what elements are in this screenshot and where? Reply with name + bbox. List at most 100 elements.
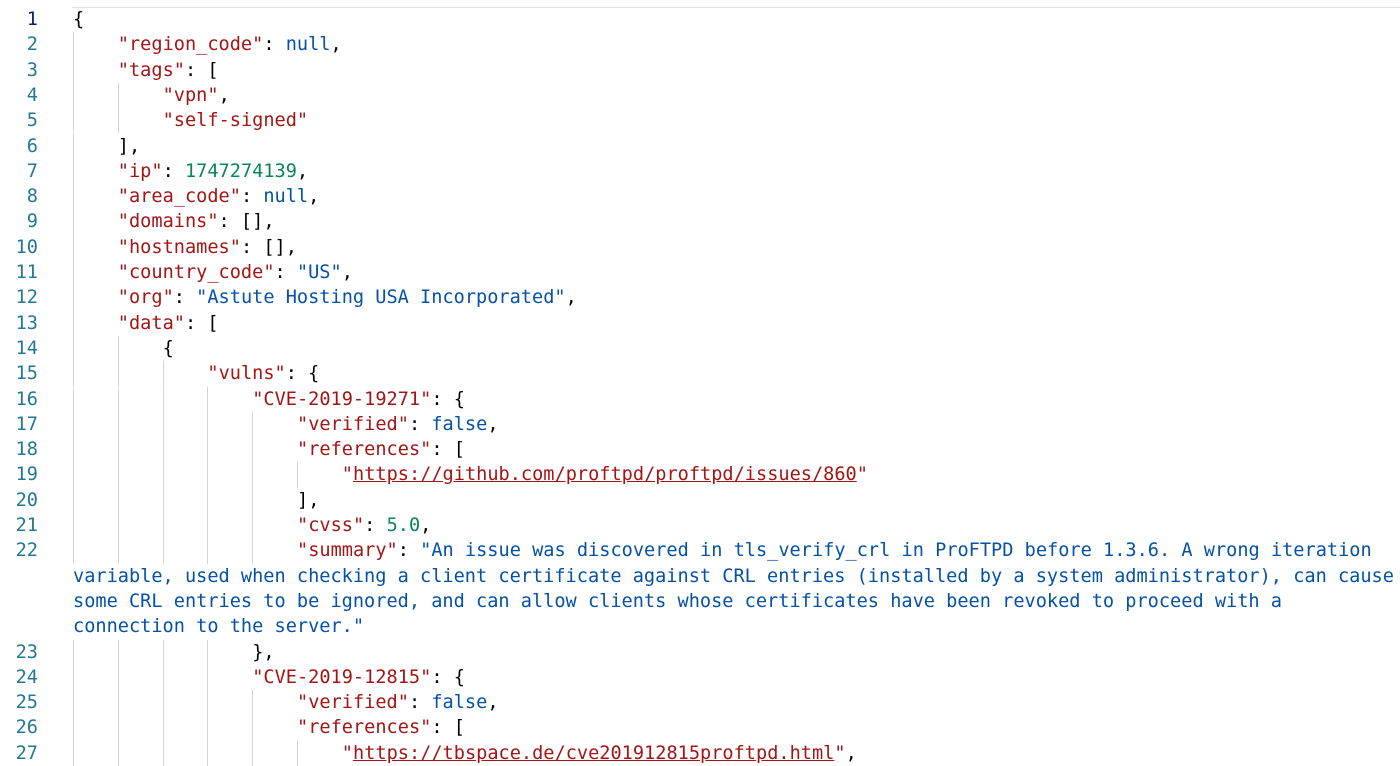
- url-link[interactable]: https://github.com/proftpd/proftpd/issue…: [353, 464, 857, 485]
- code-token: "data": [117, 312, 185, 334]
- indent-guide: [117, 335, 119, 362]
- indent-guide: [73, 260, 74, 286]
- code-token: "area_code": [117, 186, 241, 208]
- code-line[interactable]: 24 "CVE-2019-12815": {: [0, 664, 1400, 691]
- code-token: ],: [297, 489, 320, 511]
- code-text: "self-signed": [163, 108, 309, 133]
- indent-guide: [117, 513, 119, 539]
- code-text: "references": [: [297, 715, 465, 740]
- code-token: :: [173, 287, 197, 309]
- indent-guide: [162, 513, 164, 539]
- code-token: null: [285, 34, 331, 56]
- code-line[interactable]: 16 "CVE-2019-19271": {: [0, 386, 1400, 412]
- indent-guide: [73, 335, 74, 362]
- code-token: "domains": [117, 211, 219, 233]
- code-token: "references": [297, 717, 432, 739]
- line-number: 6: [26, 135, 38, 157]
- indent-guide: [117, 82, 119, 109]
- code-line[interactable]: 8 "area_code": null,: [0, 184, 1400, 210]
- code-line[interactable]: 7 "ip": 1747274139,: [0, 158, 1400, 185]
- code-line[interactable]: 22 "summary": "An issue was discovered in…: [0, 538, 1400, 564]
- indent-guide: [207, 437, 209, 463]
- code-line[interactable]: 5 "self-signed": [0, 108, 1400, 134]
- indent-guide: [162, 639, 164, 665]
- indent-guide: [252, 538, 254, 564]
- indent-guide: [73, 234, 74, 260]
- indent-guide: [73, 639, 74, 665]
- code-line[interactable]: 17 "verified": false,: [0, 411, 1400, 438]
- code-line[interactable]: 2 "region_code": null,: [0, 32, 1400, 58]
- indent-guide: [252, 715, 254, 741]
- code-line[interactable]: 4 "vpn",: [0, 82, 1400, 109]
- code-line[interactable]: 27 "https://tbspace.de/cve201912815proftp…: [0, 740, 1400, 766]
- indent-guide: [117, 715, 119, 741]
- code-line[interactable]: 11 "country_code": "US",: [0, 260, 1400, 286]
- line-number: 15: [15, 363, 38, 385]
- code-token: "hostnames": [117, 236, 241, 258]
- code-line[interactable]: 12 "org": "Astute Hosting USA Incorporate…: [0, 285, 1400, 311]
- code-token: "region_code": [117, 34, 264, 56]
- code-text: ],: [297, 488, 319, 513]
- code-token: :: [263, 34, 286, 56]
- code-token: false: [431, 413, 488, 435]
- url-link[interactable]: https://tbspace.de/cve201912815proftpd.h…: [353, 743, 834, 764]
- code-text: "https://tbspace.de/cve201912815proftpd.…: [342, 741, 857, 766]
- code-line[interactable]: 19 "https://github.com/proftpd/proftpd/is…: [0, 462, 1400, 488]
- code-line[interactable]: 13 "data": [: [0, 310, 1400, 336]
- indent-guide: [117, 487, 119, 513]
- code-text: "hostnames": [],: [118, 235, 297, 260]
- indent-guide: [73, 513, 74, 539]
- code-line[interactable]: 23},: [0, 639, 1400, 665]
- code-line[interactable]: 3 "tags": [: [0, 57, 1400, 83]
- code-token: "cvss": [297, 515, 365, 536]
- line-number: 10: [15, 236, 38, 258]
- line-number: 16: [15, 388, 38, 410]
- code-text: "org": "Astute Hosting USA Incorporated"…: [118, 285, 577, 310]
- indent-guide: [73, 437, 74, 463]
- code-line[interactable]: 6],: [0, 133, 1400, 159]
- code-text: "vulns": {: [207, 361, 319, 386]
- code-line[interactable]: 21 "cvss": 5.0,: [0, 513, 1400, 539]
- code-text: },: [252, 640, 274, 665]
- code-line[interactable]: 1{: [0, 7, 1400, 32]
- line-number: 23: [15, 641, 38, 663]
- code-line[interactable]: 9 "domains": [],: [0, 209, 1400, 235]
- indent-guide: [73, 32, 74, 58]
- line-number: 17: [15, 413, 38, 435]
- code-line[interactable]: 18 "references": [: [0, 437, 1400, 463]
- indent-guide: [162, 386, 164, 412]
- indent-guide: [252, 690, 254, 716]
- code-line[interactable]: 25 "verified": false,: [0, 690, 1400, 716]
- code-line[interactable]: 20],: [0, 487, 1400, 513]
- code-token: "summary": [297, 540, 398, 562]
- code-token: :: [162, 160, 185, 182]
- code-line[interactable]: 26 "references": [: [0, 715, 1400, 741]
- line-number: 1: [26, 9, 38, 30]
- code-token: "verified": [297, 413, 409, 435]
- code-line[interactable]: 10 "hostnames": [],: [0, 234, 1400, 260]
- line-number: 20: [15, 489, 38, 511]
- indent-guide: [207, 538, 209, 564]
- indent-guide: [207, 411, 209, 438]
- indent-guide: [73, 538, 74, 564]
- code-token: "US": [296, 262, 342, 283]
- code-editor[interactable]: variable, used when checking a client ce…: [0, 0, 1400, 766]
- code-token: {: [162, 337, 174, 359]
- code-line[interactable]: 14 {: [0, 335, 1400, 362]
- code-token: :: [364, 515, 387, 536]
- code-token: ,: [330, 34, 342, 56]
- line-number: 7: [26, 160, 38, 182]
- indent-guide: [117, 386, 119, 412]
- code-line[interactable]: 15 "vulns": {: [0, 361, 1400, 387]
- indent-guide: [252, 513, 254, 539]
- code-text: "ip": 1747274139,: [118, 159, 308, 184]
- indent-guide: [252, 487, 254, 513]
- code-token: 1747274139: [184, 160, 297, 182]
- code-token: "org": [117, 287, 174, 309]
- indent-guide: [73, 158, 74, 185]
- indent-guide: [162, 538, 164, 564]
- code-token: ,: [296, 160, 309, 182]
- indent-guide: [162, 487, 164, 513]
- line-number: 25: [15, 692, 38, 714]
- code-token: ,: [487, 413, 499, 435]
